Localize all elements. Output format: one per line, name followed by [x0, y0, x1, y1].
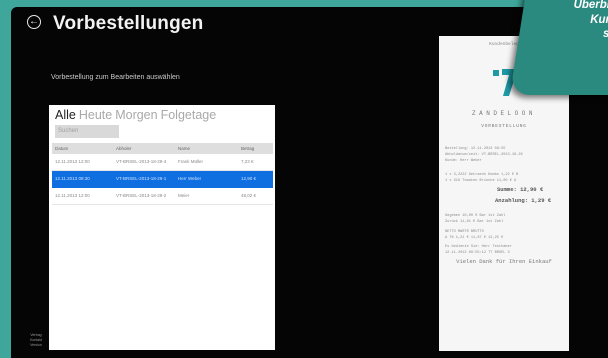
row-amount: 12,90 € — [241, 176, 257, 181]
receipt-line: Gegeben 10,00 € Bar 1st Zahl — [445, 214, 506, 218]
table-row[interactable]: 12.11.2013 12:00 VT-BRSEL-2013-18-29-4 F… — [52, 154, 273, 171]
preorder-panel: Alle Heute Morgen Folgetage Suchen Datum Ab… — [49, 105, 275, 350]
table-row-selected[interactable]: 12.11.2013 08:30 VT-BRSEL-2013-18-29-1 H… — [52, 171, 273, 188]
instruction-text: Vorbestellung zum Bearbeiten auswählen — [51, 74, 180, 81]
row-order-id: VT-BRSEL-2013-18-29-2 — [116, 193, 167, 198]
row-amount: 48,02 € — [241, 193, 257, 198]
footer-note[interactable]: Vertrag Kontakt Version — [25, 333, 47, 348]
tab-heute[interactable]: Heute — [79, 108, 112, 122]
promo-text: Überblick Kunde stell — [536, 0, 608, 42]
back-arrow-icon[interactable]: ← — [27, 15, 41, 29]
row-order-id: VT-BRSEL-2013-18-29-1 — [116, 176, 167, 181]
tab-folgetage[interactable]: Folgetage — [161, 108, 217, 122]
tab-morgen[interactable]: Morgen — [115, 108, 157, 122]
table-row[interactable]: 12.11.2013 12:00 VT-BRSEL-2013-18-29-2 M… — [52, 188, 273, 205]
tab-alle[interactable]: Alle — [55, 108, 76, 122]
promo-line: Kunde — [590, 13, 608, 26]
row-date: 12.11.2013 12:00 — [55, 159, 90, 164]
receipt-line: Zurück 11,61 € Bar 1st Zahl — [445, 220, 504, 224]
page-title: Vorbestellungen — [53, 13, 204, 34]
row-date: 12.11.2013 12:00 — [55, 193, 90, 198]
row-name: Herr Weber — [178, 176, 202, 181]
receipt-line: A 7% 1,21 € 11,87 € 12,25 € — [445, 236, 504, 240]
receipt-deposit: Anzahlung: 1,29 € — [495, 197, 552, 204]
promo-line: stell — [536, 27, 608, 42]
receipt-line: NETTO MWSTR BRUTTO — [445, 230, 484, 234]
column-header-name[interactable]: Name — [178, 143, 190, 154]
table-header: Datum Abholer Name Betrag — [52, 143, 273, 154]
promo-line: Überblick — [573, 0, 608, 11]
receipt-line: Abholdatum/zeit: VT-BRSEL-2013-18-29 — [445, 153, 523, 157]
receipt-line: 12.11.2013 09:55:12 TT BRSEL 3 — [445, 251, 510, 255]
receipt-subheading: VORBESTELLUNG — [481, 124, 527, 129]
column-header-datum[interactable]: Datum — [55, 143, 68, 154]
receipt-total: Summe: 12,90 € — [497, 186, 544, 193]
column-header-betrag[interactable]: Betrag — [241, 143, 254, 154]
row-name: Frank Müller — [178, 159, 204, 164]
row-amount: 7,23 € — [241, 159, 254, 164]
row-date: 12.11.2013 08:30 — [55, 176, 90, 181]
preorder-table: Datum Abholer Name Betrag 12.11.2013 12:… — [52, 143, 273, 205]
filter-tabs: Alle Heute Morgen Folgetage — [55, 108, 219, 122]
receipt-thanks: Vielen Dank für Ihren Einkauf — [456, 258, 552, 265]
receipt-line: 1 x 319 Tomaten Brioche 11,00 € A — [445, 179, 517, 183]
receipt-line: Es bediente Sie: Herr Testhaber — [445, 245, 512, 249]
receipt-line: Kunde: Herr Weber — [445, 159, 482, 163]
row-order-id: VT-BRSEL-2013-18-29-4 — [116, 159, 167, 164]
row-name: Meier — [178, 193, 190, 198]
search-input[interactable]: Suchen — [55, 125, 119, 138]
receipt-line: 1 x 3,2222 Getraenk Kombo 1,22 € B — [445, 173, 519, 177]
receipt-line: Bestellung: 12.11.2013 09:55 — [445, 147, 506, 151]
receipt-brand: ZANDELOON — [472, 110, 536, 117]
column-header-abholer[interactable]: Abholer — [116, 143, 132, 154]
